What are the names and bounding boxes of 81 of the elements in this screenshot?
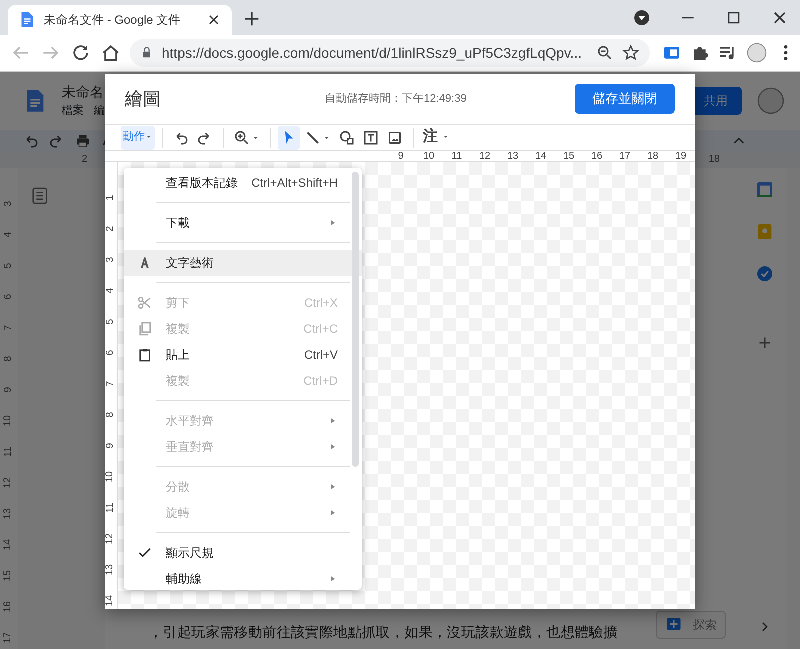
ruler-number: 13 (104, 564, 117, 576)
menu-item[interactable]: 輔助線 (124, 566, 362, 590)
avatar-icon[interactable] (746, 42, 768, 64)
ruler-number: 17 (618, 150, 632, 164)
ruler-number: 13 (2, 508, 15, 520)
actions-menu-button[interactable]: 動作 (121, 126, 155, 150)
ruler-number: 14 (534, 150, 548, 164)
shortcut-text: Ctrl+D (304, 373, 338, 390)
note-menu-button[interactable]: 注 (421, 126, 452, 150)
ruler-number: 12 (104, 533, 117, 545)
ruler-number: 6 (104, 350, 117, 356)
menu-item[interactable]: 檔案 (62, 103, 84, 120)
ruler-number: 11 (450, 150, 464, 164)
ruler-number: 6 (2, 294, 15, 300)
scrollbar[interactable] (352, 172, 359, 467)
ruler-number: 10 (2, 415, 15, 427)
shortcut-text: Ctrl+Alt+Shift+H (252, 175, 338, 192)
ruler-number: 18 (646, 150, 660, 164)
ruler-number: 9 (104, 443, 117, 449)
ruler-number: 9 (397, 150, 405, 164)
shortcut-text: Ctrl+V (304, 347, 338, 364)
select-tool[interactable] (278, 126, 300, 150)
ruler-number: 14 (104, 595, 117, 607)
outline-icon[interactable] (30, 186, 50, 206)
ruler-number: 2 (104, 226, 117, 232)
bookmark-star-icon[interactable] (622, 44, 640, 62)
profile-icon[interactable] (632, 8, 652, 28)
ruler-number: 1 (104, 195, 117, 201)
tasks-icon[interactable] (754, 264, 774, 284)
paste-icon (137, 347, 153, 363)
menu-item[interactable]: 下載 (124, 210, 362, 236)
ruler-number: 4 (2, 232, 15, 238)
ruler-number: 2 (82, 153, 88, 167)
ruler-number: 16 (2, 601, 15, 613)
document-title[interactable]: 未命名 (62, 82, 105, 104)
shortcut-text: Ctrl+X (304, 295, 338, 312)
ruler-number: 15 (2, 570, 15, 582)
menu-item[interactable]: 文字藝術 (124, 250, 362, 276)
ruler-number: 8 (104, 412, 117, 418)
browser-tab[interactable]: 未命名文件 - Google 文件 (8, 5, 232, 35)
ruler-number: 11 (104, 502, 117, 514)
ruler-number: 17 (2, 632, 15, 644)
zoom-icon[interactable] (596, 44, 614, 62)
ruler-number: 5 (104, 319, 117, 325)
text-box-icon (362, 128, 380, 147)
ruler-number: 5 (2, 263, 15, 269)
ruler-number: 11 (2, 446, 15, 458)
menu-item[interactable]: 編 (94, 103, 105, 120)
ruler-number: 9 (2, 387, 15, 393)
ruler-number: 3 (2, 201, 15, 207)
zoom-icon (233, 128, 251, 147)
cut-icon (137, 295, 153, 311)
calendar-icon[interactable] (754, 180, 774, 200)
copy-icon (137, 321, 153, 337)
ruler-number: 19 (674, 150, 688, 164)
ruler-number: 7 (2, 325, 15, 331)
autosave-status: 自動儲存時間：下午12:49:39 (325, 92, 468, 107)
ruler-number: 12 (2, 477, 15, 489)
menu-item[interactable]: 貼上 Ctrl+V (124, 342, 362, 368)
ruler-number: 4 (104, 288, 117, 294)
ruler-number: 18 (708, 153, 720, 167)
ruler-number: 10 (422, 150, 436, 164)
ruler-number: 12 (478, 150, 492, 164)
address-bar[interactable]: https://docs.google.com/document/d/1linlRSsz9_uPf5C3zgfLqQpv... (130, 39, 650, 67)
print-icon[interactable] (74, 132, 92, 150)
explore-button[interactable]: 探索 (656, 611, 726, 639)
ruler-number: 14 (2, 539, 15, 551)
ruler-number: 15 (562, 150, 576, 164)
menu-item[interactable]: 顯示尺規 (124, 540, 362, 566)
ruler-number: 16 (590, 150, 604, 164)
ruler-number: 3 (104, 257, 117, 263)
ruler-number: 8 (2, 356, 15, 362)
ruler-number: 7 (104, 381, 117, 387)
ruler-number: 10 (104, 471, 117, 483)
body-text: ，引起玩家需移動前往該實際地點抓取，如果，沒玩該款遊戲，也想體驗擴 (149, 623, 618, 642)
menu-item[interactable]: 查看版本記錄 Ctrl+Alt+Shift+H (124, 170, 362, 196)
save-button[interactable]: 儲存並關閉 (575, 84, 675, 114)
ruler-number: 13 (506, 150, 520, 164)
shape-icon (338, 128, 356, 147)
dialog-title: 繪圖 (125, 88, 162, 111)
shortcut-text: Ctrl+C (304, 321, 338, 338)
